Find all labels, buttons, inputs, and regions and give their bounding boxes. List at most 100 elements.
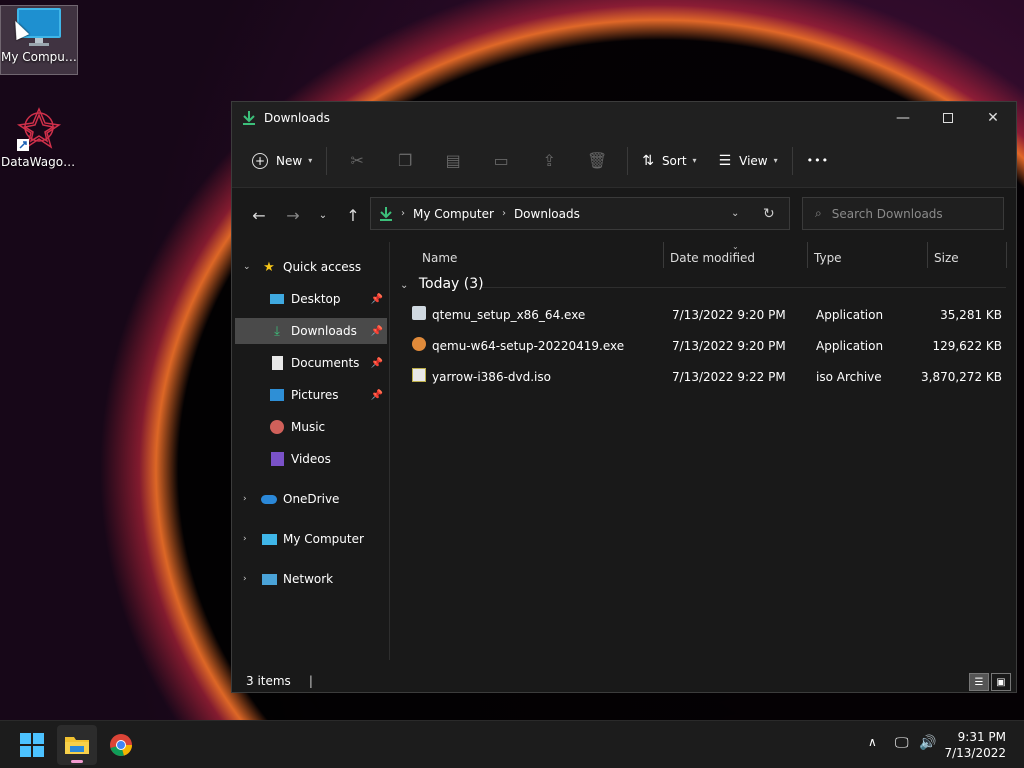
star-icon: ★ — [263, 259, 275, 275]
view-button[interactable]: ☰ View ▾ — [711, 145, 786, 177]
sidebar-item-my-computer[interactable]: › My Computer — [235, 526, 387, 552]
start-button[interactable] — [12, 725, 52, 765]
rename-button[interactable]: ▭ — [477, 145, 525, 177]
file-row[interactable]: qemu-w64-setup-20220419.exe 7/13/2022 9:… — [410, 331, 1010, 361]
windows-logo-icon — [20, 733, 44, 757]
new-button[interactable]: + New ▾ — [244, 145, 320, 177]
taskbar-clock[interactable]: 9:31 PM 7/13/2022 — [944, 729, 1006, 761]
address-bar[interactable]: › My Computer › Downloads ⌄ ↻ — [370, 197, 790, 230]
column-header-label: Type — [814, 251, 842, 265]
maximize-button[interactable] — [925, 102, 971, 134]
sort-button[interactable]: ⇅ Sort ▾ — [634, 145, 704, 177]
minimize-button[interactable]: — — [880, 102, 926, 134]
sidebar-item-documents[interactable]: Documents 📌 — [235, 350, 387, 376]
desktop-icon-datawagon[interactable]: DataWagon... — [0, 105, 78, 175]
sidebar-item-downloads[interactable]: ⤓ Downloads 📌 — [235, 318, 387, 344]
search-input[interactable]: ⌕ Search Downloads — [802, 197, 1004, 230]
network-tray-icon[interactable]: 🖵 — [895, 735, 909, 751]
file-name: qtemu_setup_x86_64.exe — [432, 308, 586, 322]
file-size: 3,870,272 KB — [921, 370, 1002, 384]
file-type: Application — [816, 339, 884, 353]
cut-button[interactable]: ✂ — [333, 145, 381, 177]
tiles-view-icon: ▣ — [996, 676, 1006, 688]
taskbar-chrome[interactable] — [101, 725, 141, 765]
file-row[interactable]: qtemu_setup_x86_64.exe 7/13/2022 9:20 PM… — [410, 300, 1010, 330]
file-name: yarrow-i386-dvd.iso — [432, 370, 551, 384]
file-type: iso Archive — [816, 370, 882, 384]
recent-locations-button[interactable]: ⌄ — [308, 200, 338, 230]
chevron-down-icon: ▾ — [308, 156, 313, 165]
arrow-up-icon: ↑ — [346, 205, 360, 225]
cloud-icon — [261, 491, 277, 507]
network-icon — [261, 571, 277, 587]
active-app-indicator — [71, 760, 83, 763]
copy-icon: ❐ — [398, 151, 413, 170]
sort-indicator-icon: ⌄ — [732, 242, 739, 251]
sort-label: Sort — [661, 153, 687, 168]
clock-time: 9:31 PM — [957, 730, 1006, 744]
details-view-button[interactable]: ☰ — [969, 673, 989, 691]
share-button[interactable]: ⇪ — [525, 145, 573, 177]
plus-circle-icon: + — [252, 152, 268, 169]
column-header-type[interactable]: Type — [814, 242, 924, 274]
sidebar-item-label: Documents — [291, 356, 360, 370]
column-header-size[interactable]: Size — [934, 242, 1004, 274]
chrome-icon — [110, 734, 133, 756]
chevron-down-icon: ⌄ — [243, 262, 251, 272]
file-date: 7/13/2022 9:22 PM — [672, 370, 786, 384]
iso-archive-icon — [412, 368, 426, 382]
sidebar-item-pictures[interactable]: Pictures 📌 — [235, 382, 387, 408]
address-dropdown-icon[interactable]: ⌄ — [731, 208, 739, 219]
file-row[interactable]: yarrow-i386-dvd.iso 7/13/2022 9:22 PM is… — [410, 362, 1010, 392]
volume-tray-icon[interactable]: 🔊 — [919, 735, 936, 751]
sidebar-item-videos[interactable]: Videos — [235, 446, 387, 472]
up-button[interactable]: ↑ — [338, 200, 368, 230]
column-header-name[interactable]: Name — [422, 242, 662, 274]
trash-icon: 🗑 — [587, 151, 608, 170]
group-divider — [482, 287, 1006, 288]
desktop-icon-label: DataWagon... — [1, 155, 77, 169]
refresh-icon[interactable]: ↻ — [763, 206, 775, 222]
taskbar-file-explorer[interactable] — [57, 725, 97, 765]
divider — [326, 146, 328, 175]
column-header-label: Name — [422, 251, 458, 265]
pin-icon: 📌 — [370, 389, 383, 401]
desktop-icon-my-computer[interactable]: My Computer — [0, 5, 78, 75]
sidebar-item-label: Downloads — [291, 324, 357, 338]
folder-icon — [65, 737, 89, 754]
paste-button[interactable]: ▤ — [429, 145, 477, 177]
music-icon — [269, 419, 285, 435]
group-label: Today (3) — [418, 276, 484, 292]
chevron-right-icon: › — [243, 574, 247, 584]
close-button[interactable]: ✕ — [970, 102, 1016, 134]
more-options-button[interactable]: ••• — [799, 145, 837, 177]
scissors-icon: ✂ — [350, 151, 364, 170]
document-icon — [269, 355, 285, 371]
sidebar-item-label: Videos — [291, 452, 331, 466]
status-bar: 3 items | — [232, 670, 1016, 692]
breadcrumb-my-computer[interactable]: My Computer — [413, 207, 494, 221]
delete-button[interactable]: 🗑 — [573, 145, 621, 177]
sidebar-item-quick-access[interactable]: ⌄ ★ Quick access — [235, 254, 387, 280]
group-header-today[interactable]: ⌄ Today (3) — [400, 276, 484, 292]
sidebar-item-network[interactable]: › Network — [235, 566, 387, 592]
breadcrumb-downloads[interactable]: Downloads — [514, 207, 580, 221]
column-divider[interactable] — [807, 242, 808, 268]
column-header-label: Size — [934, 251, 959, 265]
share-icon: ⇪ — [542, 151, 556, 170]
sidebar-item-music[interactable]: Music — [235, 414, 387, 440]
back-button[interactable]: ← — [244, 200, 274, 230]
sidebar-item-desktop[interactable]: Desktop 📌 — [235, 286, 387, 312]
forward-button[interactable]: → — [278, 200, 308, 230]
sidebar-item-onedrive[interactable]: › OneDrive — [235, 486, 387, 512]
column-divider[interactable] — [1006, 242, 1007, 268]
show-hidden-icons-button[interactable]: ∧ — [868, 735, 877, 749]
tiles-view-button[interactable]: ▣ — [991, 673, 1011, 691]
copy-button[interactable]: ❐ — [381, 145, 429, 177]
divider — [791, 146, 793, 175]
column-divider[interactable] — [663, 242, 664, 268]
column-divider[interactable] — [927, 242, 928, 268]
divider — [627, 146, 629, 175]
sidebar-item-label: Desktop — [291, 292, 341, 306]
new-label: New — [276, 153, 303, 168]
